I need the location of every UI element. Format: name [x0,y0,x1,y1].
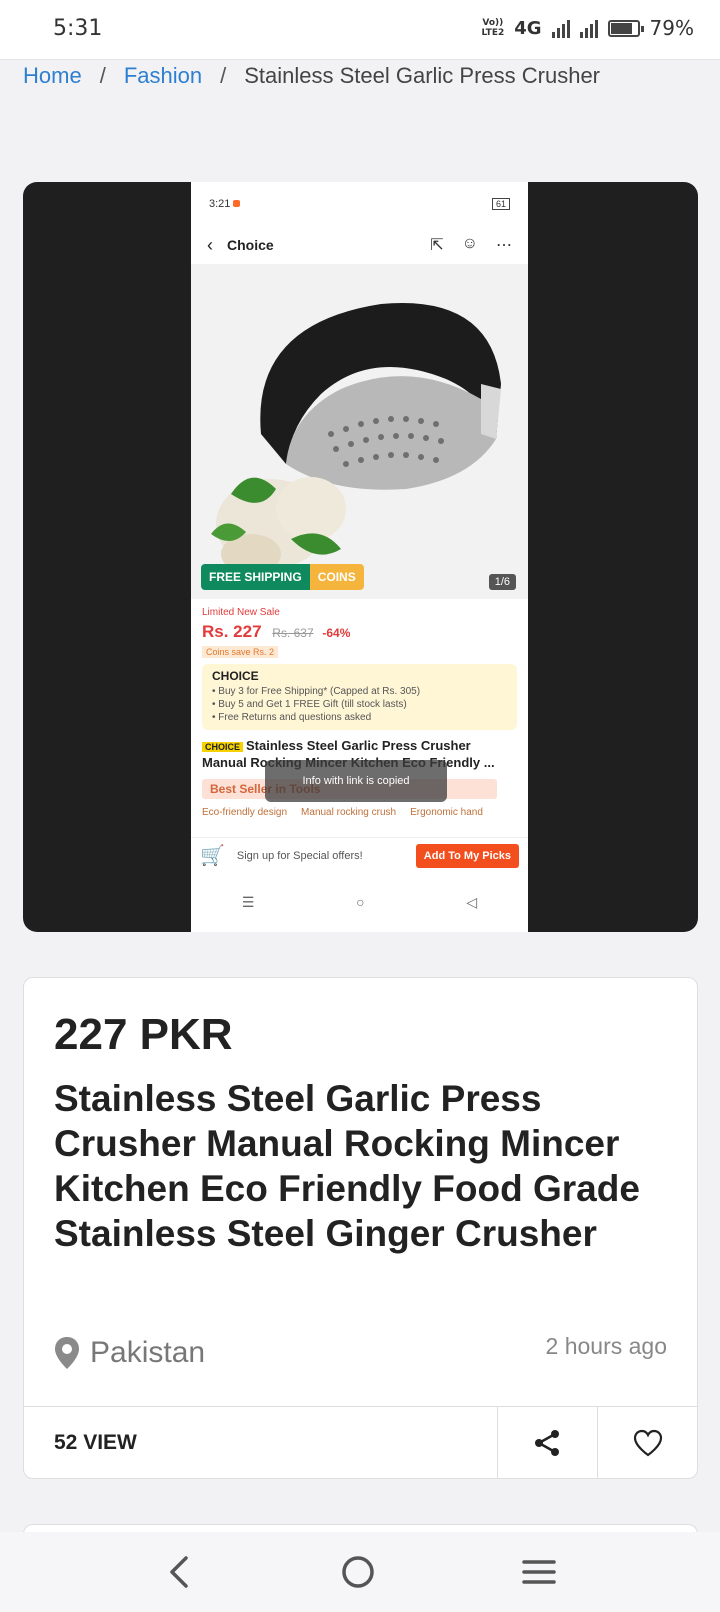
garlic-press-photo: FREE SHIPPING COINS 1/6 [191,264,528,599]
image-counter: 1/6 [488,574,516,590]
product-location: Pakistan [54,1336,205,1370]
coins-note: Coins save Rs. 2 [202,646,279,658]
share-icon [534,1429,559,1456]
chevron-left-icon: ‹ [207,234,213,255]
screenshot-bottom-bar: 🛒 Sign up for Special offers! Add To My … [191,837,528,873]
old-price: Rs. 637 [272,626,314,640]
coins-label: COINS [309,564,364,590]
product-title: Stainless Steel Garlic Press Crusher Man… [54,1078,640,1254]
cart-icon: 🛒 [200,845,225,867]
current-price: Rs. 227 [202,622,262,641]
chevron-left-icon[interactable] [164,1555,194,1589]
screenshot-price: Rs. 227 Rs. 637 -64% [202,622,517,642]
more-icon: ⋯ [496,237,512,254]
add-to-picks-button: Add To My Picks [415,843,519,868]
screenshot-time: 3:21 [209,198,231,210]
volte-label: Vo)) [482,18,504,28]
hamburger-menu-icon[interactable] [522,1558,557,1586]
card-footer: 52 VIEW [24,1406,697,1478]
lte-label: LTE2 [481,28,505,38]
breadcrumb-current: Stainless Steel Garlic Press Crusher [244,63,601,88]
circle-home-icon[interactable] [341,1555,375,1589]
screenshot-header: ‹ Choice ⇱ ☺ ⋯ [191,226,528,264]
choice-title: CHOICE [212,669,259,683]
breadcrumb-home[interactable]: Home [23,63,82,89]
posted-time: 2 hours ago [545,1333,667,1359]
map-pin-icon [55,1337,79,1369]
choice-line: • Buy 3 for Free Shipping* (Capped at Rs… [212,686,421,697]
screenshot-status-bar: 3:21 61 [191,182,528,226]
breadcrumb-fashion[interactable]: Fashion [124,63,202,89]
favorite-button[interactable] [597,1407,697,1478]
signup-text: Sign up for Special offers! [236,849,363,862]
volte-indicator: Vo)) LTE2 [481,18,504,38]
menu-icon: ☰ [241,893,255,910]
system-nav-bar [0,1532,720,1612]
support-icon: ☺ [461,235,478,252]
breadcrumb: Home / Fashion / Stainless Steel Garlic … [23,60,600,92]
battery-icon [607,19,644,37]
choice-line: • Buy 5 and Get 1 FREE Gift (till stock … [212,699,407,710]
location-text: Pakistan [90,1336,206,1369]
free-shipping-label: FREE SHIPPING [201,564,310,590]
garlic-press-illustration [191,264,528,599]
screenshot-nav: ☰ ○ ◁ [191,882,528,922]
feature-item: Ergonomic hand [410,807,483,818]
breadcrumb-separator: / [220,63,227,88]
status-time: 5:31 [53,16,103,41]
back-icon: ◁ [466,893,478,910]
status-icons: Vo)) LTE2 4G 79% [481,16,694,40]
choice-line: • Free Returns and questions asked [212,712,372,723]
choice-box: CHOICE • Buy 3 for Free Shipping* (Cappe… [202,664,517,730]
heart-icon [633,1429,662,1456]
copied-toast: Info with link is copied [265,760,447,802]
home-icon: ○ [356,894,365,910]
feature-item: Manual rocking crush [301,807,397,818]
free-shipping-badge: FREE SHIPPING COINS [201,564,364,590]
share-icon: ⇱ [430,237,444,254]
feature-list: Eco-friendly design Manual rocking crush… [202,807,517,818]
product-card: 227 PKR Stainless Steel Garlic Press Cru… [23,977,698,1479]
choice-tag: CHOICE [202,742,244,752]
screenshot-header-title: Choice [227,237,274,253]
network-type: 4G [514,17,542,39]
product-price: 227 PKR [54,1010,233,1059]
sale-label: Limited New Sale [202,607,280,618]
breadcrumb-separator: / [99,63,106,88]
signal-icon [551,18,570,38]
view-count: 52 VIEW [54,1430,137,1454]
discount: -64% [322,626,351,640]
battery-percent: 79% [649,16,694,40]
embedded-screenshot: 3:21 61 ‹ Choice ⇱ ☺ ⋯ FREE SHIPPING COI… [191,182,528,932]
screenshot-battery: 61 [491,198,510,210]
battery-fill [610,22,632,34]
status-bar: 5:31 Vo)) LTE2 4G 79% [0,0,720,60]
feature-item: Eco-friendly design [202,807,288,818]
product-image[interactable]: 3:21 61 ‹ Choice ⇱ ☺ ⋯ FREE SHIPPING COI… [23,182,698,932]
signal-icon-2 [579,18,598,38]
share-button[interactable] [497,1407,597,1478]
